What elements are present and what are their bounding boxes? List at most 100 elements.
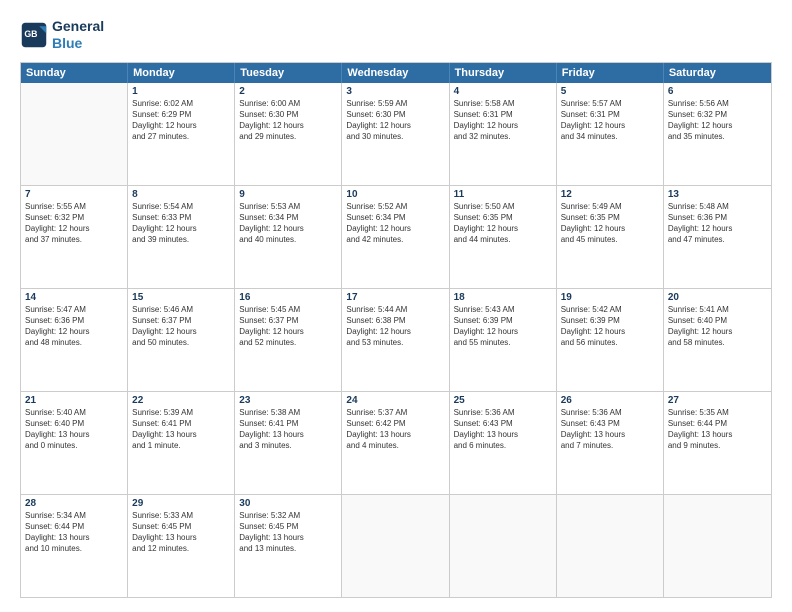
day-number: 6 bbox=[668, 86, 767, 97]
calendar-cell: 6Sunrise: 5:56 AM Sunset: 6:32 PM Daylig… bbox=[664, 83, 771, 185]
day-number: 7 bbox=[25, 189, 123, 200]
day-info: Sunrise: 5:46 AM Sunset: 6:37 PM Dayligh… bbox=[132, 304, 230, 349]
day-info: Sunrise: 5:47 AM Sunset: 6:36 PM Dayligh… bbox=[25, 304, 123, 349]
calendar-cell: 12Sunrise: 5:49 AM Sunset: 6:35 PM Dayli… bbox=[557, 186, 664, 288]
logo-text: General Blue bbox=[52, 18, 104, 52]
calendar-cell bbox=[664, 495, 771, 597]
day-info: Sunrise: 5:34 AM Sunset: 6:44 PM Dayligh… bbox=[25, 510, 123, 555]
header-day-saturday: Saturday bbox=[664, 63, 771, 83]
day-number: 16 bbox=[239, 292, 337, 303]
day-info: Sunrise: 5:40 AM Sunset: 6:40 PM Dayligh… bbox=[25, 407, 123, 452]
day-info: Sunrise: 5:32 AM Sunset: 6:45 PM Dayligh… bbox=[239, 510, 337, 555]
day-info: Sunrise: 5:55 AM Sunset: 6:32 PM Dayligh… bbox=[25, 201, 123, 246]
day-number: 22 bbox=[132, 395, 230, 406]
calendar-cell: 13Sunrise: 5:48 AM Sunset: 6:36 PM Dayli… bbox=[664, 186, 771, 288]
day-number: 4 bbox=[454, 86, 552, 97]
day-info: Sunrise: 5:48 AM Sunset: 6:36 PM Dayligh… bbox=[668, 201, 767, 246]
calendar-cell: 11Sunrise: 5:50 AM Sunset: 6:35 PM Dayli… bbox=[450, 186, 557, 288]
calendar-week-2: 7Sunrise: 5:55 AM Sunset: 6:32 PM Daylig… bbox=[21, 186, 771, 289]
calendar-cell: 4Sunrise: 5:58 AM Sunset: 6:31 PM Daylig… bbox=[450, 83, 557, 185]
day-info: Sunrise: 6:02 AM Sunset: 6:29 PM Dayligh… bbox=[132, 98, 230, 143]
day-info: Sunrise: 5:56 AM Sunset: 6:32 PM Dayligh… bbox=[668, 98, 767, 143]
calendar-cell: 18Sunrise: 5:43 AM Sunset: 6:39 PM Dayli… bbox=[450, 289, 557, 391]
calendar-cell: 3Sunrise: 5:59 AM Sunset: 6:30 PM Daylig… bbox=[342, 83, 449, 185]
day-info: Sunrise: 5:42 AM Sunset: 6:39 PM Dayligh… bbox=[561, 304, 659, 349]
day-info: Sunrise: 5:54 AM Sunset: 6:33 PM Dayligh… bbox=[132, 201, 230, 246]
page-header: GB General Blue bbox=[20, 18, 772, 52]
day-info: Sunrise: 5:44 AM Sunset: 6:38 PM Dayligh… bbox=[346, 304, 444, 349]
day-number: 28 bbox=[25, 498, 123, 509]
day-number: 29 bbox=[132, 498, 230, 509]
day-number: 5 bbox=[561, 86, 659, 97]
header-day-friday: Friday bbox=[557, 63, 664, 83]
day-number: 10 bbox=[346, 189, 444, 200]
header-day-sunday: Sunday bbox=[21, 63, 128, 83]
logo-icon: GB bbox=[20, 21, 48, 49]
calendar-cell bbox=[450, 495, 557, 597]
day-number: 23 bbox=[239, 395, 337, 406]
calendar: SundayMondayTuesdayWednesdayThursdayFrid… bbox=[20, 62, 772, 598]
calendar-cell: 22Sunrise: 5:39 AM Sunset: 6:41 PM Dayli… bbox=[128, 392, 235, 494]
day-number: 15 bbox=[132, 292, 230, 303]
day-info: Sunrise: 5:43 AM Sunset: 6:39 PM Dayligh… bbox=[454, 304, 552, 349]
day-number: 19 bbox=[561, 292, 659, 303]
calendar-cell: 24Sunrise: 5:37 AM Sunset: 6:42 PM Dayli… bbox=[342, 392, 449, 494]
day-info: Sunrise: 5:58 AM Sunset: 6:31 PM Dayligh… bbox=[454, 98, 552, 143]
calendar-cell: 28Sunrise: 5:34 AM Sunset: 6:44 PM Dayli… bbox=[21, 495, 128, 597]
calendar-cell bbox=[21, 83, 128, 185]
day-number: 27 bbox=[668, 395, 767, 406]
calendar-week-1: 1Sunrise: 6:02 AM Sunset: 6:29 PM Daylig… bbox=[21, 83, 771, 186]
calendar-cell: 15Sunrise: 5:46 AM Sunset: 6:37 PM Dayli… bbox=[128, 289, 235, 391]
day-number: 11 bbox=[454, 189, 552, 200]
calendar-cell: 16Sunrise: 5:45 AM Sunset: 6:37 PM Dayli… bbox=[235, 289, 342, 391]
calendar-header: SundayMondayTuesdayWednesdayThursdayFrid… bbox=[21, 63, 771, 83]
calendar-cell: 19Sunrise: 5:42 AM Sunset: 6:39 PM Dayli… bbox=[557, 289, 664, 391]
day-number: 25 bbox=[454, 395, 552, 406]
day-number: 17 bbox=[346, 292, 444, 303]
day-number: 1 bbox=[132, 86, 230, 97]
calendar-week-3: 14Sunrise: 5:47 AM Sunset: 6:36 PM Dayli… bbox=[21, 289, 771, 392]
day-info: Sunrise: 5:53 AM Sunset: 6:34 PM Dayligh… bbox=[239, 201, 337, 246]
day-info: Sunrise: 5:33 AM Sunset: 6:45 PM Dayligh… bbox=[132, 510, 230, 555]
day-info: Sunrise: 6:00 AM Sunset: 6:30 PM Dayligh… bbox=[239, 98, 337, 143]
header-day-thursday: Thursday bbox=[450, 63, 557, 83]
day-number: 13 bbox=[668, 189, 767, 200]
day-info: Sunrise: 5:35 AM Sunset: 6:44 PM Dayligh… bbox=[668, 407, 767, 452]
calendar-cell: 29Sunrise: 5:33 AM Sunset: 6:45 PM Dayli… bbox=[128, 495, 235, 597]
calendar-cell: 20Sunrise: 5:41 AM Sunset: 6:40 PM Dayli… bbox=[664, 289, 771, 391]
day-info: Sunrise: 5:50 AM Sunset: 6:35 PM Dayligh… bbox=[454, 201, 552, 246]
day-number: 18 bbox=[454, 292, 552, 303]
calendar-cell bbox=[557, 495, 664, 597]
day-number: 8 bbox=[132, 189, 230, 200]
day-number: 9 bbox=[239, 189, 337, 200]
calendar-cell: 1Sunrise: 6:02 AM Sunset: 6:29 PM Daylig… bbox=[128, 83, 235, 185]
day-info: Sunrise: 5:39 AM Sunset: 6:41 PM Dayligh… bbox=[132, 407, 230, 452]
calendar-cell: 9Sunrise: 5:53 AM Sunset: 6:34 PM Daylig… bbox=[235, 186, 342, 288]
day-info: Sunrise: 5:52 AM Sunset: 6:34 PM Dayligh… bbox=[346, 201, 444, 246]
calendar-week-5: 28Sunrise: 5:34 AM Sunset: 6:44 PM Dayli… bbox=[21, 495, 771, 597]
logo: GB General Blue bbox=[20, 18, 104, 52]
day-number: 14 bbox=[25, 292, 123, 303]
calendar-cell: 7Sunrise: 5:55 AM Sunset: 6:32 PM Daylig… bbox=[21, 186, 128, 288]
day-info: Sunrise: 5:38 AM Sunset: 6:41 PM Dayligh… bbox=[239, 407, 337, 452]
day-number: 21 bbox=[25, 395, 123, 406]
calendar-week-4: 21Sunrise: 5:40 AM Sunset: 6:40 PM Dayli… bbox=[21, 392, 771, 495]
day-info: Sunrise: 5:36 AM Sunset: 6:43 PM Dayligh… bbox=[561, 407, 659, 452]
day-number: 24 bbox=[346, 395, 444, 406]
calendar-cell: 14Sunrise: 5:47 AM Sunset: 6:36 PM Dayli… bbox=[21, 289, 128, 391]
calendar-cell: 5Sunrise: 5:57 AM Sunset: 6:31 PM Daylig… bbox=[557, 83, 664, 185]
calendar-body: 1Sunrise: 6:02 AM Sunset: 6:29 PM Daylig… bbox=[21, 83, 771, 597]
day-number: 20 bbox=[668, 292, 767, 303]
day-info: Sunrise: 5:37 AM Sunset: 6:42 PM Dayligh… bbox=[346, 407, 444, 452]
header-day-wednesday: Wednesday bbox=[342, 63, 449, 83]
calendar-cell: 10Sunrise: 5:52 AM Sunset: 6:34 PM Dayli… bbox=[342, 186, 449, 288]
calendar-cell: 23Sunrise: 5:38 AM Sunset: 6:41 PM Dayli… bbox=[235, 392, 342, 494]
day-info: Sunrise: 5:36 AM Sunset: 6:43 PM Dayligh… bbox=[454, 407, 552, 452]
day-number: 3 bbox=[346, 86, 444, 97]
day-number: 2 bbox=[239, 86, 337, 97]
calendar-cell: 25Sunrise: 5:36 AM Sunset: 6:43 PM Dayli… bbox=[450, 392, 557, 494]
day-number: 26 bbox=[561, 395, 659, 406]
header-day-monday: Monday bbox=[128, 63, 235, 83]
calendar-cell: 26Sunrise: 5:36 AM Sunset: 6:43 PM Dayli… bbox=[557, 392, 664, 494]
day-number: 12 bbox=[561, 189, 659, 200]
